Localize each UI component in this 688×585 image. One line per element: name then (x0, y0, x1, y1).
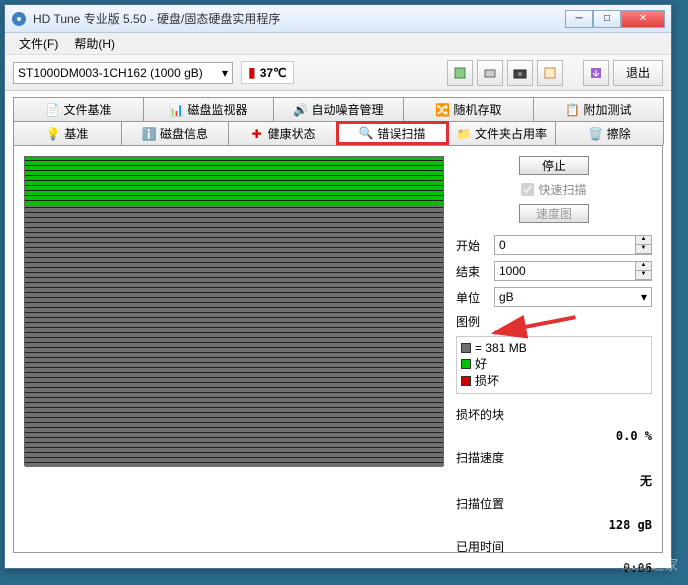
damaged-label: 损坏的块 (456, 406, 504, 423)
pos-label: 扫描位置 (456, 495, 504, 512)
copy-info-button[interactable] (447, 60, 473, 86)
tab-content: 停止 快速扫描 速度图 开始0▲▼ 结束1000▲▼ 单位gB▾ 图例 = 38… (13, 145, 663, 553)
menu-help[interactable]: 帮助(H) (66, 33, 123, 54)
screenshot-button[interactable] (507, 60, 533, 86)
search-icon: 🔍 (359, 126, 373, 140)
end-spinner[interactable]: 1000▲▼ (494, 261, 652, 281)
quickscan-label: 快速扫描 (538, 181, 586, 198)
start-spinner[interactable]: 0▲▼ (494, 235, 652, 255)
end-label: 结束 (456, 263, 488, 280)
file-icon: 📄 (45, 103, 59, 117)
legend-block-icon (461, 343, 471, 353)
tab-info[interactable]: ℹ️磁盘信息 (121, 121, 230, 145)
thermometer-icon: ▮ (248, 64, 256, 81)
exit-button[interactable]: 退出 (613, 60, 663, 86)
stop-button[interactable]: 停止 (519, 156, 589, 175)
legend-ok-icon (461, 359, 471, 369)
bulb-icon: 💡 (46, 127, 60, 141)
speed-label: 扫描速度 (456, 449, 504, 466)
drive-selector[interactable]: ST1000DM003-1CH162 (1000 gB) ▾ (13, 62, 233, 84)
monitor-icon: 📊 (169, 103, 183, 117)
maximize-button[interactable]: □ (593, 10, 621, 28)
window-title: HD Tune 专业版 5.50 - 硬盘/固态硬盘实用程序 (33, 10, 565, 27)
tab-row-1: 📄文件基准 📊磁盘监视器 🔊自动噪音管理 🔀随机存取 📋附加测试 (13, 97, 663, 121)
menubar: 文件(F) 帮助(H) (5, 33, 671, 55)
menu-file[interactable]: 文件(F) (11, 33, 66, 54)
titlebar: HD Tune 专业版 5.50 - 硬盘/固态硬盘实用程序 ─ □ ✕ (5, 5, 671, 33)
app-icon (11, 11, 27, 27)
speedmap-button: 速度图 (519, 204, 589, 223)
speed-value: 无 (640, 472, 652, 489)
unscanned-blocks (25, 205, 443, 467)
tab-file-benchmark[interactable]: 📄文件基准 (13, 97, 144, 121)
pos-value: 128 gB (609, 518, 652, 532)
quickscan-checkbox (521, 183, 534, 196)
tab-row-2: 💡基准 ℹ️磁盘信息 ✚健康状态 🔍错误扫描 📁文件夹占用率 🗑️擦除 (13, 121, 663, 145)
tab-extra-tests[interactable]: 📋附加测试 (533, 97, 664, 121)
random-icon: 🔀 (435, 103, 449, 117)
save-button[interactable] (583, 60, 609, 86)
tab-aam[interactable]: 🔊自动噪音管理 (273, 97, 404, 121)
tab-health[interactable]: ✚健康状态 (228, 121, 337, 145)
tab-random-access[interactable]: 🔀随机存取 (403, 97, 534, 121)
tab-folder-usage[interactable]: 📁文件夹占用率 (448, 121, 557, 145)
close-button[interactable]: ✕ (621, 10, 665, 28)
unit-label: 单位 (456, 289, 488, 306)
copy-screenshot-button[interactable] (477, 60, 503, 86)
folder-icon: 📁 (457, 127, 471, 141)
minimize-button[interactable]: ─ (565, 10, 593, 28)
extra-icon: 📋 (565, 103, 579, 117)
info-icon: ℹ️ (142, 127, 156, 141)
tab-benchmark[interactable]: 💡基准 (13, 121, 122, 145)
tab-erase[interactable]: 🗑️擦除 (555, 121, 664, 145)
start-label: 开始 (456, 237, 488, 254)
elapsed-label: 已用时间 (456, 538, 504, 555)
tab-error-scan[interactable]: 🔍错误扫描 (336, 121, 449, 145)
legend-box: = 381 MB 好 损坏 (456, 336, 652, 394)
damaged-value: 0.0 % (616, 429, 652, 443)
chevron-down-icon: ▾ (641, 290, 647, 304)
drive-label: ST1000DM003-1CH162 (1000 gB) (18, 66, 203, 80)
temperature-display: ▮ 37℃ (241, 61, 294, 84)
scan-block-map (24, 156, 444, 466)
plus-icon: ✚ (250, 127, 264, 141)
sound-icon: 🔊 (293, 103, 307, 117)
trash-icon: 🗑️ (589, 127, 603, 141)
tab-disk-monitor[interactable]: 📊磁盘监视器 (143, 97, 274, 121)
options-button[interactable] (537, 60, 563, 86)
scan-side-panel: 停止 快速扫描 速度图 开始0▲▼ 结束1000▲▼ 单位gB▾ 图例 = 38… (456, 156, 652, 542)
chevron-down-icon: ▾ (222, 66, 228, 80)
watermark: 系统之家 (622, 555, 678, 575)
app-window: HD Tune 专业版 5.50 - 硬盘/固态硬盘实用程序 ─ □ ✕ 文件(… (4, 4, 672, 569)
legend-bad-icon (461, 376, 471, 386)
temperature-value: 37℃ (260, 66, 287, 80)
scanned-blocks-ok (25, 157, 443, 205)
toolbar: ST1000DM003-1CH162 (1000 gB) ▾ ▮ 37℃ 退出 (5, 55, 671, 91)
